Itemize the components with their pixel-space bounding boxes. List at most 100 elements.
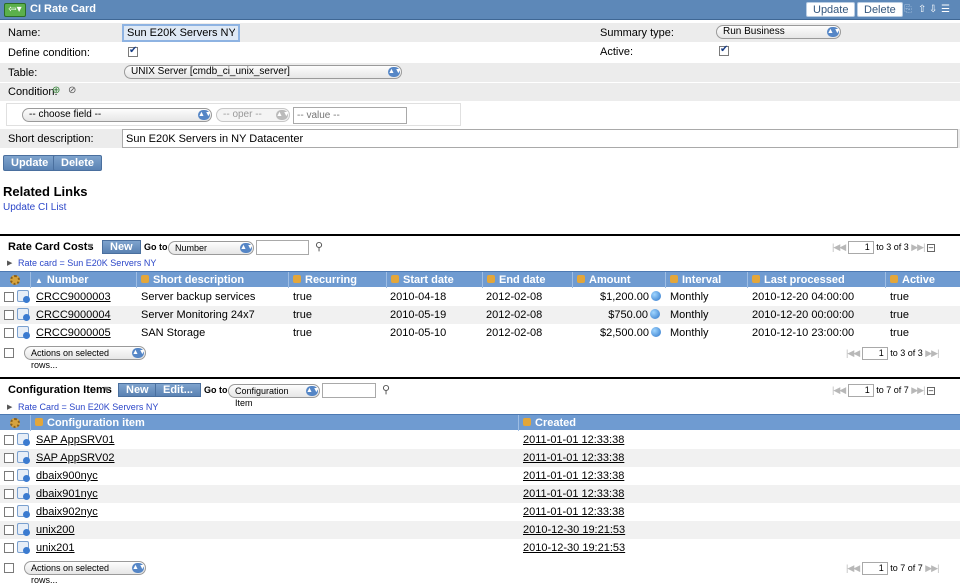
name-input[interactable] <box>122 24 240 42</box>
select-all-checkbox[interactable] <box>4 563 14 573</box>
config-items-new-button[interactable]: New <box>118 383 157 397</box>
created-link[interactable]: 2011-01-01 12:33:38 <box>523 506 624 518</box>
arrow-down-icon[interactable]: ⇩ <box>929 4 937 15</box>
rate-costs-new-button[interactable]: New <box>102 240 141 254</box>
record-number-link[interactable]: CRCC9000005 <box>36 327 111 339</box>
record-preview-icon[interactable] <box>17 505 30 518</box>
first-page-icon[interactable]: |◀◀ <box>832 242 846 252</box>
config-items-footer-page-input[interactable]: 1 <box>861 562 888 575</box>
row-checkbox[interactable] <box>4 435 14 445</box>
last-page-icon[interactable]: ▶▶| <box>925 348 939 358</box>
rate-costs-footer-page-input[interactable]: 1 <box>861 347 888 360</box>
col-number[interactable]: ▲ Number <box>30 272 136 288</box>
collapse-icon[interactable]: – <box>926 386 935 395</box>
col-short-description[interactable]: Short description <box>136 272 288 288</box>
select-all-checkbox[interactable] <box>4 348 14 358</box>
col-active[interactable]: Active <box>885 272 960 288</box>
col-end-date[interactable]: End date <box>482 272 572 288</box>
row-checkbox[interactable] <box>4 292 14 302</box>
header-update-button[interactable]: Update <box>806 2 856 17</box>
col-last-processed[interactable]: Last processed <box>747 272 885 288</box>
collapse-icon[interactable]: – <box>926 243 935 252</box>
row-checkbox[interactable] <box>4 471 14 481</box>
config-items-search-input[interactable] <box>322 383 376 398</box>
col-interval[interactable]: Interval <box>665 272 747 288</box>
record-preview-icon[interactable] <box>17 469 30 482</box>
record-preview-icon[interactable] <box>17 308 30 321</box>
ci-link[interactable]: SAP AppSRV01 <box>36 434 115 446</box>
add-condition-icon[interactable]: ⊕ <box>52 85 60 96</box>
ci-link[interactable]: unix200 <box>36 524 75 536</box>
search-icon[interactable]: ⚲ <box>315 240 323 253</box>
last-page-icon[interactable]: ▶▶| <box>911 242 925 252</box>
rate-costs-page-input[interactable]: 1 <box>847 241 874 254</box>
first-page-icon[interactable]: |◀◀ <box>846 563 860 573</box>
personalize-list-icon[interactable] <box>0 272 30 288</box>
breadcrumb-arrow-icon[interactable]: ▶ <box>7 259 12 267</box>
personalize-list-icon[interactable] <box>0 415 30 431</box>
ci-link[interactable]: dbaix902nyc <box>36 506 98 518</box>
oper-select[interactable]: -- oper -- ▲▼ <box>216 108 290 122</box>
summary-type-select[interactable]: Run Business ▲▼ <box>716 25 841 39</box>
last-page-icon[interactable]: ▶▶| <box>925 563 939 573</box>
form-delete-button[interactable]: Delete <box>53 155 103 171</box>
record-number-link[interactable]: CRCC9000003 <box>36 291 111 303</box>
or-condition-icon[interactable]: ⊘ <box>68 85 76 96</box>
ci-link[interactable]: dbaix901nyc <box>36 488 98 500</box>
row-checkbox[interactable] <box>4 453 14 463</box>
update-ci-list-link[interactable]: Update CI List <box>3 202 66 213</box>
config-items-goto-select[interactable]: Configuration Item ▲▼ <box>228 384 320 408</box>
col-amount[interactable]: Amount <box>572 272 665 288</box>
form-update-button[interactable]: Update <box>3 155 57 171</box>
record-number-link[interactable]: CRCC9000004 <box>36 309 111 321</box>
config-items-menu-icon[interactable]: ▼ <box>102 384 111 394</box>
header-delete-button[interactable]: Delete <box>857 2 903 17</box>
choose-field-select[interactable]: -- choose field -- ▲▼ <box>22 108 212 122</box>
rate-costs-actions-select[interactable]: Actions on selected rows... ▲▼ <box>24 346 146 370</box>
created-link[interactable]: 2011-01-01 12:33:38 <box>523 470 624 482</box>
record-preview-icon[interactable] <box>17 290 30 303</box>
col-configuration-item[interactable]: Configuration item <box>30 415 518 431</box>
rate-costs-goto-select[interactable]: Number ▲▼ <box>168 241 254 255</box>
define-condition-checkbox[interactable] <box>128 45 138 57</box>
ci-link[interactable]: dbaix900nyc <box>36 470 98 482</box>
menu-icon[interactable]: ☰ <box>941 4 950 15</box>
config-items-page-input[interactable]: 1 <box>847 384 874 397</box>
currency-globe-icon[interactable] <box>650 327 661 337</box>
table-select[interactable]: UNIX Server [cmdb_ci_unix_server] ▲▼ <box>124 65 402 79</box>
record-preview-icon[interactable] <box>17 523 30 536</box>
record-preview-icon[interactable] <box>17 433 30 446</box>
arrow-up-icon[interactable]: ⇧ <box>918 4 926 15</box>
first-page-icon[interactable]: |◀◀ <box>832 385 846 395</box>
short-desc-input[interactable] <box>122 129 958 148</box>
row-checkbox[interactable] <box>4 525 14 535</box>
breadcrumb-arrow-icon[interactable]: ▶ <box>7 403 12 411</box>
ci-link[interactable]: SAP AppSRV02 <box>36 452 115 464</box>
record-preview-icon[interactable] <box>17 487 30 500</box>
config-items-edit-button[interactable]: Edit... <box>155 383 201 397</box>
rate-costs-breadcrumb[interactable]: Rate card = Sun E20K Servers NY <box>18 258 156 268</box>
condition-value-input[interactable] <box>293 107 407 124</box>
created-link[interactable]: 2011-01-01 12:33:38 <box>523 452 624 464</box>
col-recurring[interactable]: Recurring <box>288 272 386 288</box>
first-page-icon[interactable]: |◀◀ <box>846 348 860 358</box>
rate-costs-search-input[interactable] <box>256 240 309 255</box>
row-checkbox[interactable] <box>4 328 14 338</box>
currency-globe-icon[interactable] <box>650 309 660 319</box>
rate-costs-menu-icon[interactable]: ▼ <box>86 241 95 251</box>
created-link[interactable]: 2010-12-30 19:21:53 <box>523 524 625 536</box>
created-link[interactable]: 2011-01-01 12:33:38 <box>523 488 624 500</box>
row-checkbox[interactable] <box>4 543 14 553</box>
active-checkbox[interactable] <box>719 44 729 56</box>
back-menu-button[interactable]: ⇦▾ <box>4 3 26 17</box>
config-items-breadcrumb[interactable]: Rate Card = Sun E20K Servers NY <box>18 402 158 412</box>
row-checkbox[interactable] <box>4 507 14 517</box>
created-link[interactable]: 2011-01-01 12:33:38 <box>523 434 624 446</box>
created-link[interactable]: 2010-12-30 19:21:53 <box>523 542 625 554</box>
search-icon[interactable]: ⚲ <box>382 383 390 396</box>
attachment-icon[interactable]: ⎘ <box>904 4 912 15</box>
currency-globe-icon[interactable] <box>650 291 661 301</box>
config-items-actions-select[interactable]: Actions on selected rows... ▲▼ <box>24 561 146 585</box>
row-checkbox[interactable] <box>4 489 14 499</box>
last-page-icon[interactable]: ▶▶| <box>911 385 925 395</box>
